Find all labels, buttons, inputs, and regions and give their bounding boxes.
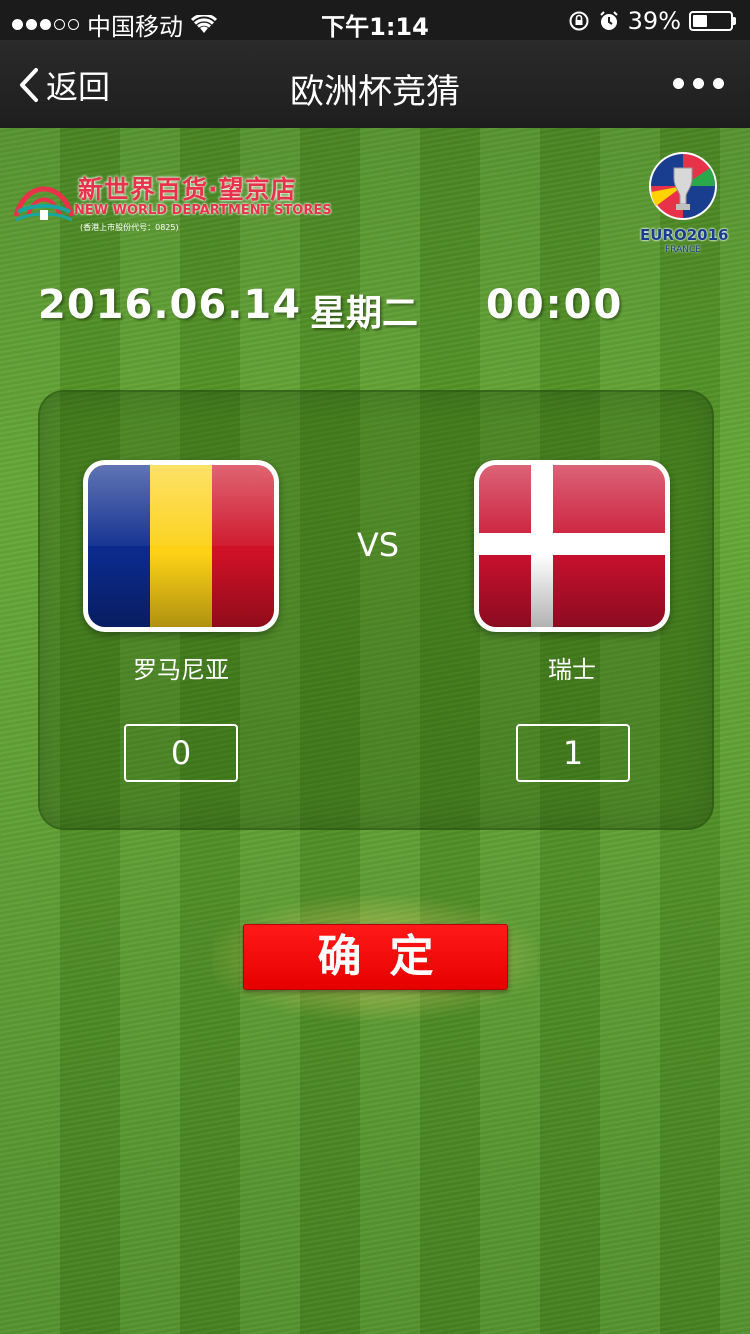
confirm-button[interactable]: 确定 bbox=[243, 924, 508, 990]
status-right: 39% bbox=[568, 7, 736, 35]
alarm-icon bbox=[599, 11, 618, 30]
page-title: 欧洲杯竞猜 bbox=[290, 72, 460, 112]
euro-logo-title: EURO2016 bbox=[640, 226, 729, 244]
more-options-button[interactable] bbox=[673, 78, 724, 89]
euro-logo-subtitle: FRANCE bbox=[665, 245, 701, 255]
match-date: 2016.06.14 bbox=[38, 282, 302, 328]
match-weekday: 星期二 bbox=[310, 293, 419, 334]
brand-stock-code: (香港上市股份代号：0825) bbox=[80, 223, 179, 232]
battery-percent: 39% bbox=[627, 7, 681, 35]
brand-logo: 新世界百货·望京店 NEW WORLD DEPARTMENT STORES (香… bbox=[12, 168, 332, 238]
away-team-flag bbox=[474, 460, 670, 632]
match-time: 00:00 bbox=[486, 282, 624, 328]
new-world-logo-icon bbox=[13, 186, 75, 222]
nav-bar: 返回 欧洲杯竞猜 bbox=[0, 40, 750, 128]
more-dot bbox=[673, 78, 684, 89]
more-dot bbox=[713, 78, 724, 89]
brand-name-en: NEW WORLD DEPARTMENT STORES bbox=[74, 203, 332, 218]
rotation-lock-icon bbox=[569, 11, 589, 31]
brand-name: 新世界百货·望京店 bbox=[78, 175, 297, 204]
battery-icon bbox=[689, 11, 736, 31]
euro-trophy-icon bbox=[649, 152, 717, 220]
away-score-input[interactable]: 1 bbox=[516, 724, 630, 782]
match-card: VS 罗马尼亚 瑞士 0 1 bbox=[38, 390, 714, 830]
status-bar: 中国移动 下午1:14 39% bbox=[0, 0, 750, 41]
away-team-name: 瑞士 bbox=[548, 656, 596, 684]
euro-2016-logo: EURO2016 FRANCE bbox=[640, 148, 729, 260]
more-dot bbox=[693, 78, 704, 89]
home-team-name: 罗马尼亚 bbox=[133, 656, 229, 684]
home-score-input[interactable]: 0 bbox=[124, 724, 238, 782]
